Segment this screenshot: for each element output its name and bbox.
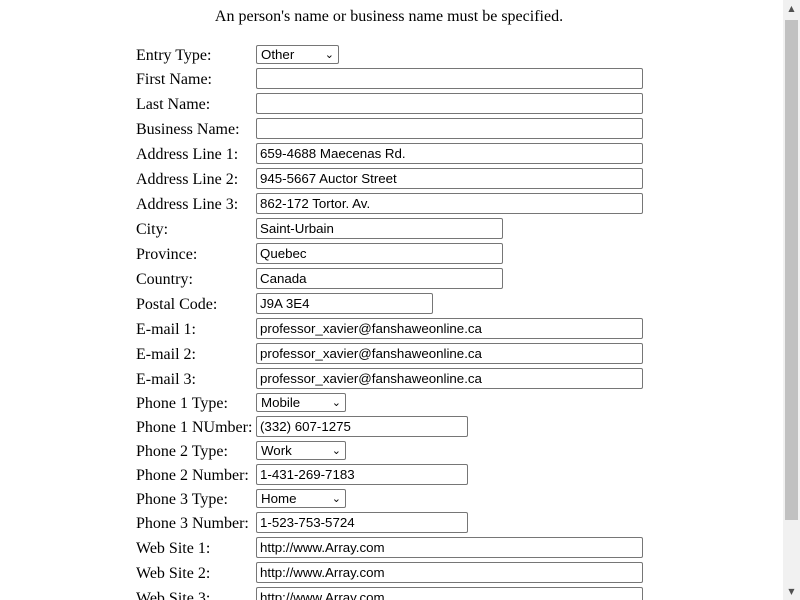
vertical-scrollbar[interactable]: ▲ ▼ (783, 0, 800, 600)
phone-1-number-label: Phone 1 NUmber: (136, 419, 253, 436)
postal-code-input[interactable] (256, 293, 433, 314)
web-site-3-label: Web Site 3: (136, 590, 211, 600)
web-site-1-label: Web Site 1: (136, 540, 211, 557)
first-name-input[interactable] (256, 68, 643, 89)
scrollbar-thumb[interactable] (785, 20, 798, 520)
web-site-3-input[interactable] (256, 587, 643, 600)
web-site-2-label: Web Site 2: (136, 565, 211, 582)
phone-2-type-select[interactable]: Work ⌄ (256, 441, 346, 460)
address-line-2-label: Address Line 2: (136, 171, 239, 188)
phone-1-type-select[interactable]: Mobile ⌄ (256, 393, 346, 412)
contact-form-page: An person's name or business name must b… (0, 0, 783, 600)
phone-3-type-selected-value: Home (261, 491, 297, 506)
scroll-up-arrow-icon[interactable]: ▲ (783, 0, 800, 17)
chevron-down-icon: ⌄ (324, 49, 334, 61)
province-label: Province: (136, 246, 198, 263)
address-line-2-input[interactable] (256, 168, 643, 189)
business-name-label: Business Name: (136, 121, 240, 138)
phone-2-number-label: Phone 2 Number: (136, 467, 249, 484)
country-input[interactable] (256, 268, 503, 289)
phone-2-type-selected-value: Work (261, 443, 292, 458)
web-site-1-input[interactable] (256, 537, 643, 558)
address-line-3-input[interactable] (256, 193, 643, 214)
phone-1-type-selected-value: Mobile (261, 395, 301, 410)
city-label: City: (136, 221, 169, 238)
address-line-1-label: Address Line 1: (136, 146, 239, 163)
email-2-label: E-mail 2: (136, 346, 196, 363)
email-2-input[interactable] (256, 343, 643, 364)
validation-message: An person's name or business name must b… (214, 8, 564, 25)
last-name-label: Last Name: (136, 96, 211, 113)
entry-type-select[interactable]: Other ⌄ (256, 45, 339, 64)
phone-3-number-label: Phone 3 Number: (136, 515, 249, 532)
postal-code-label: Postal Code: (136, 296, 218, 313)
chevron-down-icon: ⌄ (331, 445, 341, 457)
business-name-input[interactable] (256, 118, 643, 139)
email-1-label: E-mail 1: (136, 321, 196, 338)
address-line-3-label: Address Line 3: (136, 196, 239, 213)
phone-1-type-label: Phone 1 Type: (136, 395, 228, 412)
chevron-down-icon: ⌄ (331, 397, 341, 409)
phone-3-number-input[interactable] (256, 512, 468, 533)
phone-2-number-input[interactable] (256, 464, 468, 485)
scroll-down-arrow-icon[interactable]: ▼ (783, 583, 800, 600)
entry-type-label: Entry Type: (136, 47, 212, 64)
country-label: Country: (136, 271, 193, 288)
last-name-input[interactable] (256, 93, 643, 114)
chevron-down-icon: ⌄ (331, 493, 341, 505)
web-site-2-input[interactable] (256, 562, 643, 583)
city-input[interactable] (256, 218, 503, 239)
phone-1-number-input[interactable] (256, 416, 468, 437)
email-1-input[interactable] (256, 318, 643, 339)
phone-3-type-select[interactable]: Home ⌄ (256, 489, 346, 508)
entry-type-selected-value: Other (261, 47, 295, 62)
phone-2-type-label: Phone 2 Type: (136, 443, 228, 460)
address-line-1-input[interactable] (256, 143, 643, 164)
email-3-input[interactable] (256, 368, 643, 389)
phone-3-type-label: Phone 3 Type: (136, 491, 228, 508)
email-3-label: E-mail 3: (136, 371, 196, 388)
first-name-label: First Name: (136, 71, 212, 88)
province-input[interactable] (256, 243, 503, 264)
